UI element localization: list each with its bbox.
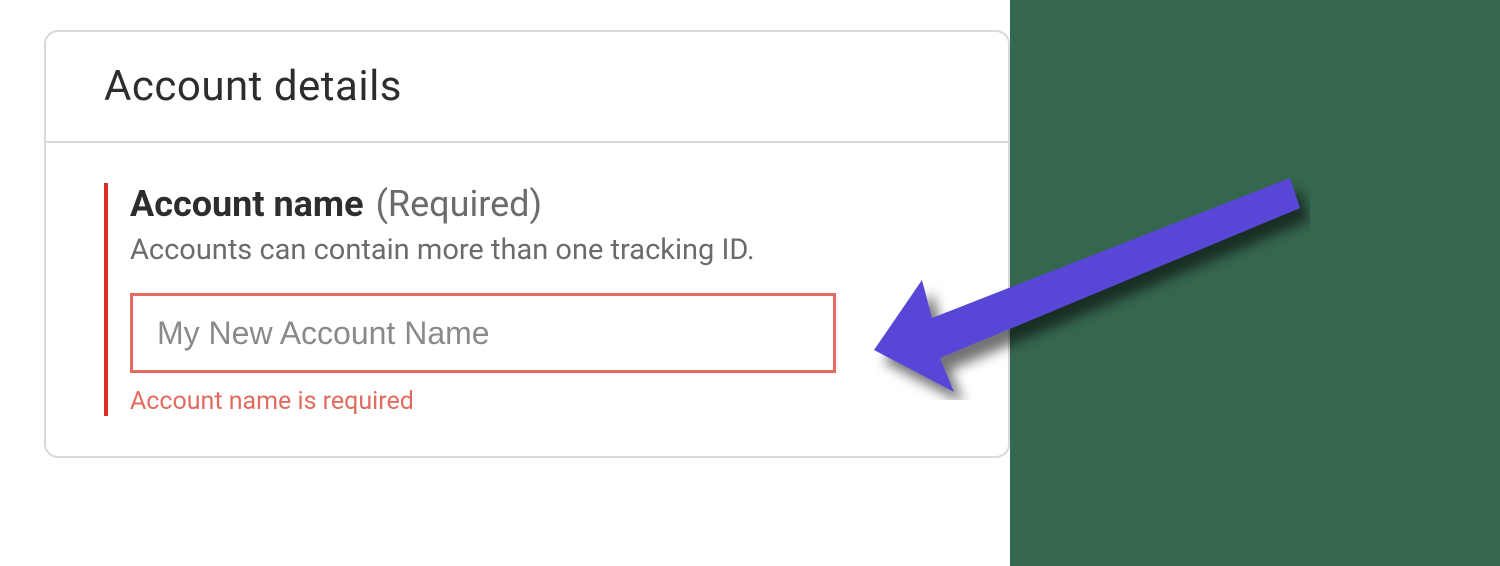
account-name-input[interactable] (130, 293, 836, 373)
account-name-error: Account name is required (130, 387, 950, 416)
card-header: Account details (46, 32, 1008, 143)
page-wrapper: Account details Account name (Required) … (0, 0, 1500, 566)
card-body: Account name (Required) Accounts can con… (46, 143, 1008, 456)
account-name-label: Account name (130, 183, 364, 225)
field-description: Accounts can contain more than one track… (130, 233, 950, 267)
account-details-card: Account details Account name (Required) … (44, 30, 1010, 458)
sidebar-backdrop (1010, 0, 1500, 566)
required-indicator: (Required) (376, 183, 542, 225)
card-title: Account details (104, 62, 950, 111)
account-name-field-group: Account name (Required) Accounts can con… (104, 183, 950, 416)
field-label-row: Account name (Required) (130, 183, 950, 225)
